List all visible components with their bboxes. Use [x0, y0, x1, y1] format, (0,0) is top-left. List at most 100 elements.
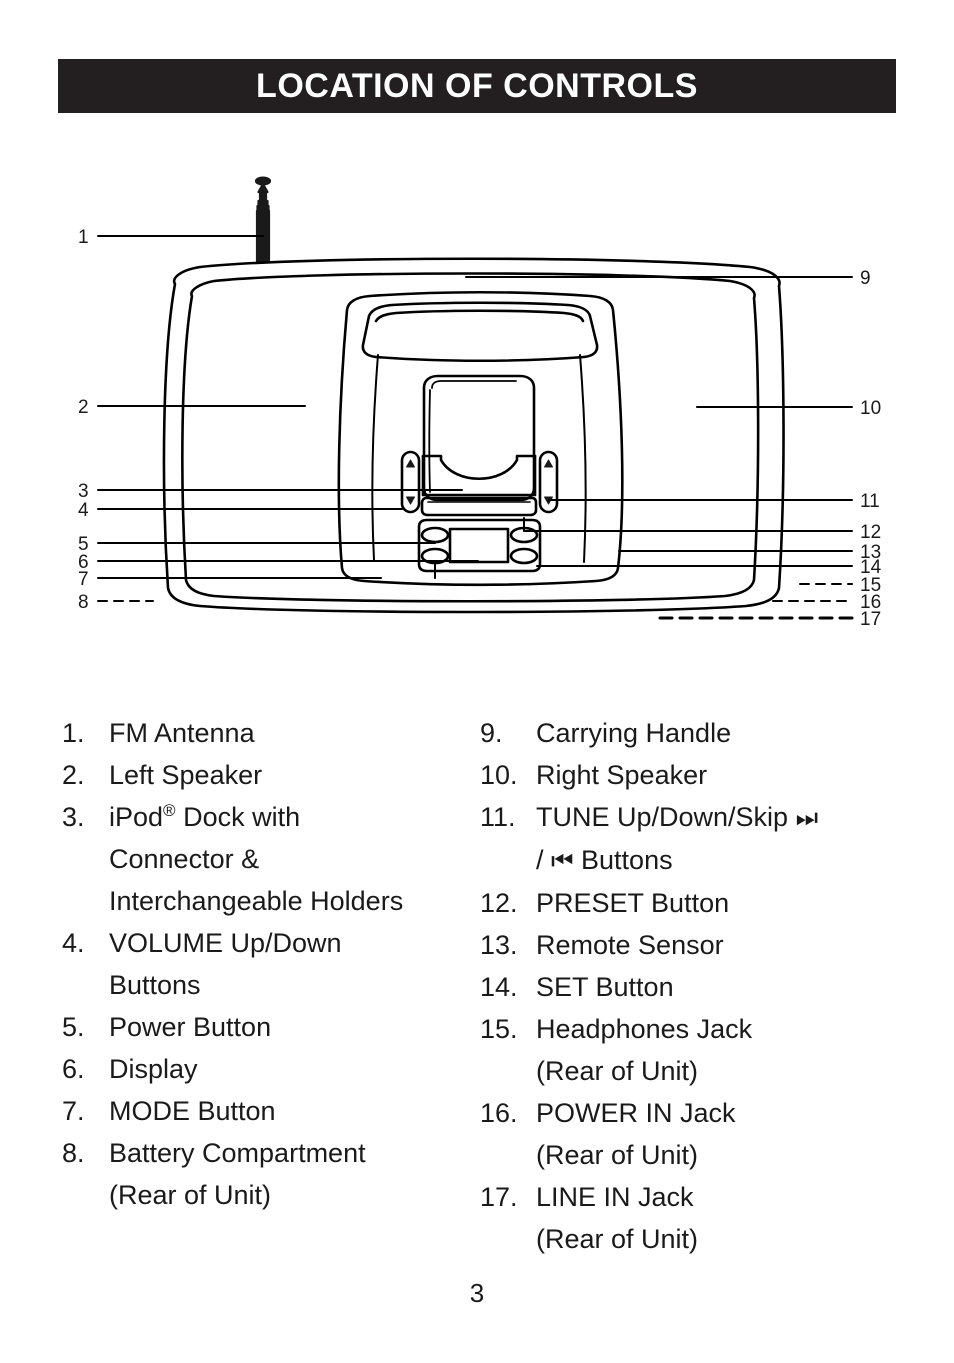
legend-continuation-15a: (Rear of Unit) [536, 1056, 699, 1086]
legend-continuation-3b: Interchangeable Holders [109, 886, 404, 916]
legend-number-7: 7. [62, 1096, 85, 1126]
legend-label-11: TUNE Up/Down/Skip ⏭ [536, 796, 910, 839]
legend-item-5: 5. Power Button [62, 1006, 440, 1048]
product-diagram: 1 2 3 4 5 6 7 8 9 10 11 12 13 14 15 16 1… [0, 150, 954, 650]
legend-continuation-17a: (Rear of Unit) [536, 1224, 699, 1254]
callout-3: 3 [78, 481, 89, 502]
callout-7: 7 [78, 569, 89, 590]
lcd-display [448, 527, 510, 564]
legend-item-10: 10. Right Speaker [480, 754, 910, 796]
legend-item-12: 12. PRESET Button [480, 882, 910, 924]
legend-number-9: 9. [480, 718, 503, 748]
legend-number-12: 12. [480, 888, 518, 918]
legend-label-11-main: TUNE Up/Down/Skip [536, 802, 796, 832]
legend-label-1: FM Antenna [109, 718, 255, 748]
page-number: 3 [469, 1278, 485, 1308]
legend-number-16: 16. [480, 1098, 518, 1128]
callout-17: 17 [860, 609, 881, 630]
legend-number-5: 5. [62, 1012, 85, 1042]
legend-number-3: 3. [62, 802, 85, 832]
legend-number-4: 4. [62, 928, 85, 958]
callout-8: 8 [78, 592, 89, 613]
legend-label-16: POWER IN Jack [536, 1098, 736, 1128]
legend-number-17: 17. [480, 1182, 518, 1212]
callout-1: 1 [78, 227, 89, 248]
legend-label-3: iPod® Dock with [109, 796, 440, 838]
legend-number-6: 6. [62, 1054, 85, 1084]
legend-label-15: Headphones Jack [536, 1014, 753, 1044]
legend-label-3-main: iPod [109, 802, 164, 832]
legend-item-6: 6. Display [62, 1048, 440, 1090]
legend-continuation-16a: (Rear of Unit) [536, 1140, 699, 1170]
legend-label-17: LINE IN Jack [536, 1182, 694, 1212]
callout-11: 11 [860, 491, 880, 512]
control-panel-plate [337, 290, 624, 587]
carrying-handle-highlight [374, 309, 585, 323]
legend-item-15: 15. Headphones Jack [480, 1008, 910, 1050]
legend-label-4: VOLUME Up/Down [109, 928, 342, 958]
legend-label-8: Battery Compartment [109, 1138, 366, 1168]
tune-skip-rocker-button [538, 450, 559, 514]
legend-number-13: 13. [480, 930, 518, 960]
controls-legend: 1. FM Antenna 2. Left Speaker 3. iPod® D… [0, 712, 954, 1260]
legend-column-left: 1. FM Antenna 2. Left Speaker 3. iPod® D… [0, 712, 440, 1260]
legend-label-12: PRESET Button [536, 888, 730, 918]
callout-2: 2 [78, 397, 89, 418]
skip-forward-icon: ⏭ [795, 803, 819, 832]
legend-continuation-4a: Buttons [109, 970, 201, 1000]
volume-rocker-button [400, 450, 421, 514]
legend-label-7: MODE Button [109, 1096, 276, 1126]
page-header-banner: LOCATION OF CONTROLS [58, 59, 896, 113]
legend-number-15: 15. [480, 1014, 518, 1044]
legend-continuation-3a: Connector & [109, 844, 260, 874]
legend-label-6: Display [109, 1054, 198, 1084]
callout-10: 10 [860, 398, 881, 419]
set-button [509, 547, 539, 565]
fm-antenna-illustration [254, 176, 272, 263]
legend-label-13: Remote Sensor [536, 930, 724, 960]
product-line-drawing: 1 2 3 4 5 6 7 8 9 10 11 12 13 14 15 16 1… [78, 176, 882, 630]
legend-item-11: 11. TUNE Up/Down/Skip ⏭ [480, 796, 910, 839]
callout-4: 4 [78, 500, 89, 521]
legend-item-2: 2. Left Speaker [62, 754, 440, 796]
legend-number-11: 11. [480, 802, 516, 832]
skip-back-icon: ⏮ [551, 846, 574, 875]
legend-item-7: 7. MODE Button [62, 1090, 440, 1132]
legend-number-10: 10. [480, 760, 518, 790]
legend-item-14: 14. SET Button [480, 966, 910, 1008]
legend-item-8: 8. Battery Compartment [62, 1132, 440, 1174]
legend-continuation-11a: / ⏮ Buttons [480, 839, 910, 882]
legend-item-16: 16. POWER IN Jack [480, 1092, 910, 1134]
power-button [420, 526, 450, 544]
panel-crease-left [371, 354, 379, 561]
legend-item-17: 17. LINE IN Jack [480, 1176, 910, 1218]
legend-item-13: 13. Remote Sensor [480, 924, 910, 966]
legend-item-3: 3. iPod® Dock with [62, 796, 440, 838]
legend-number-1: 1. [62, 718, 85, 748]
legend-label-3-tail: Dock with [175, 802, 301, 832]
legend-label-14: SET Button [536, 972, 674, 1002]
legend-label-2: Left Speaker [109, 760, 263, 790]
ipod-dock-recess-edge [428, 389, 431, 493]
legend-continuation-11-suffix: Buttons [573, 845, 673, 875]
callout-12: 12 [860, 522, 881, 543]
legend-number-14: 14. [480, 972, 518, 1002]
ipod-dock-recess-outer [422, 374, 536, 502]
callout-9: 9 [860, 268, 871, 289]
leader-lines-left [97, 235, 479, 602]
legend-label-10: Right Speaker [536, 760, 708, 790]
cabinet-inner-outline [181, 272, 760, 603]
legend-continuation-11-prefix: / [536, 845, 552, 875]
legend-item-9: 9. Carrying Handle [480, 712, 910, 754]
ipod-dock-holder-notch [421, 454, 537, 480]
ipod-dock-recess-highlight [431, 380, 517, 389]
legend-label-5: Power Button [109, 1012, 272, 1042]
legend-item-4: 4. VOLUME Up/Down [62, 922, 440, 964]
leader-lines-right [465, 276, 854, 620]
legend-item-1: 1. FM Antenna [62, 712, 440, 754]
legend-continuation-8a: (Rear of Unit) [109, 1180, 272, 1210]
legend-number-8: 8. [62, 1138, 85, 1168]
legend-label-9: Carrying Handle [536, 718, 732, 748]
registered-trademark-symbol: ® [163, 801, 176, 820]
legend-column-right: 9. Carrying Handle 10. Right Speaker 11.… [440, 712, 910, 1260]
